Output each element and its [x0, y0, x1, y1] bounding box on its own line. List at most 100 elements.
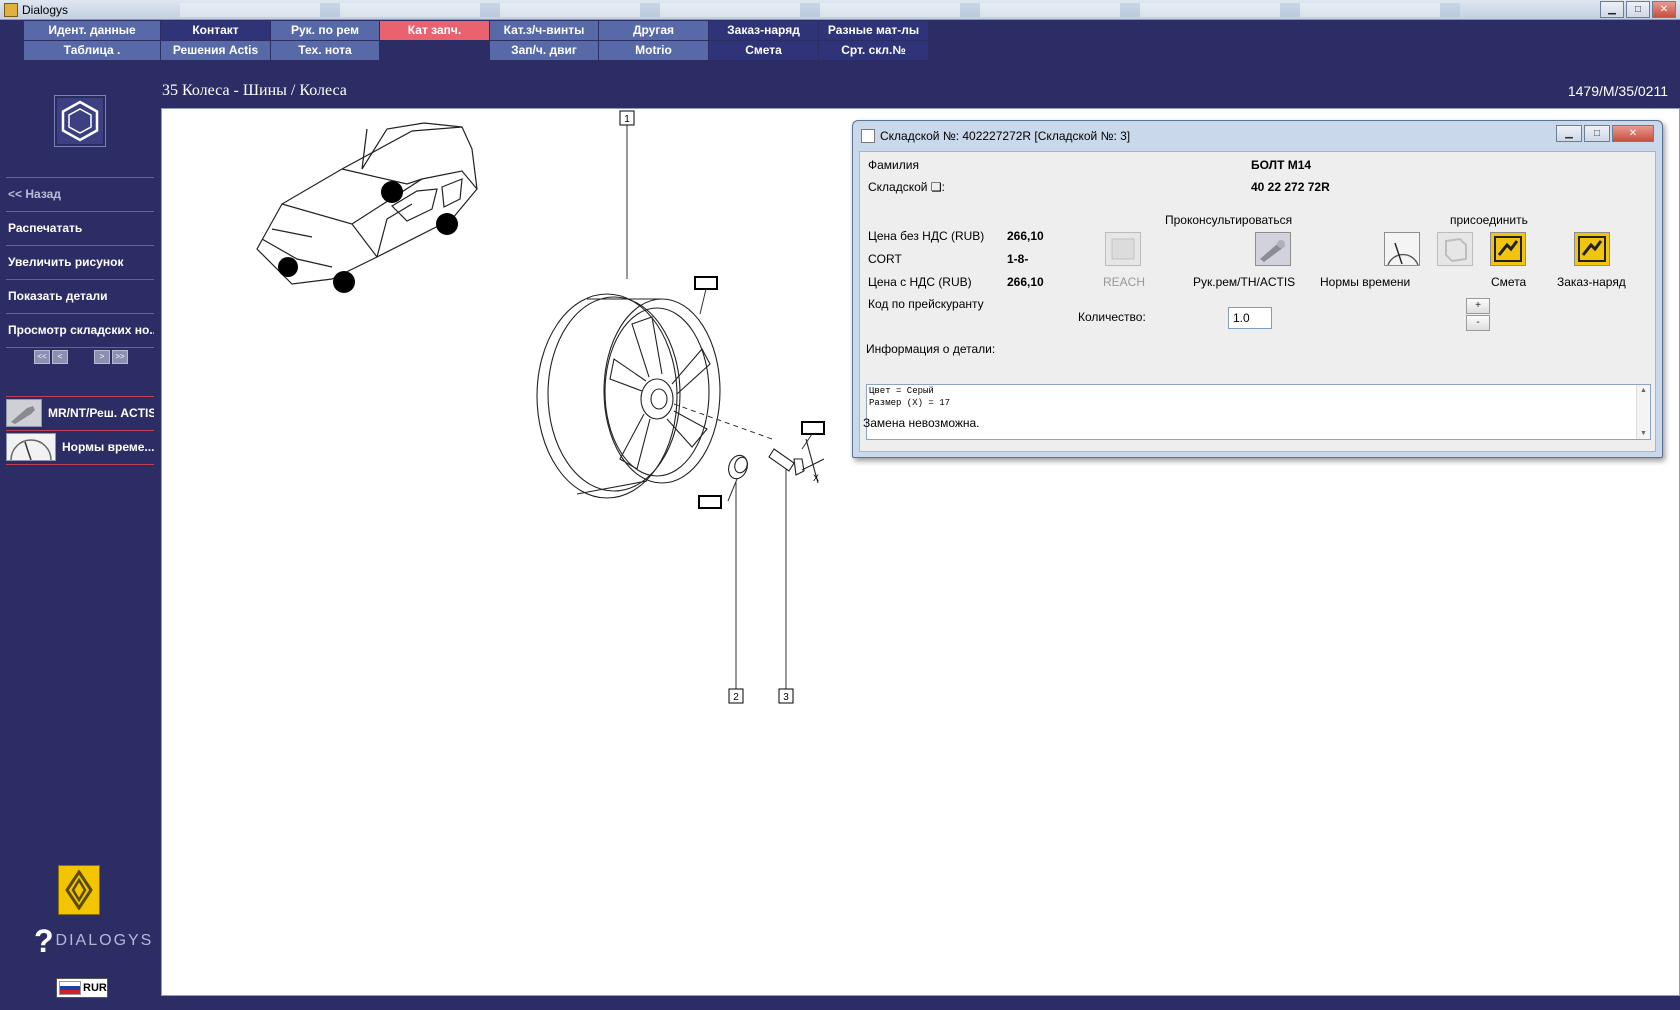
work-order-button[interactable] — [1574, 232, 1610, 266]
pager-first-button[interactable]: << — [34, 350, 50, 364]
consult-label: Проконсультироваться — [1165, 213, 1293, 227]
sidebar-show-details[interactable]: Показать детали — [6, 280, 154, 313]
menu-misc-materials[interactable]: Разные мат-лы — [819, 21, 928, 40]
renault-diamond-icon — [65, 870, 93, 910]
part-info-textarea[interactable]: Цвет = Серый Размер (X) = 17 ▲ ▼ — [866, 384, 1651, 440]
dialog-body: Фамилия БОЛТ M14 Складской ❏: 40 22 272 … — [859, 151, 1656, 452]
menu-other[interactable]: Другая — [599, 21, 708, 40]
sidebar-zoom-image[interactable]: Увеличить рисунок — [6, 246, 154, 279]
quantity-label: Количество: — [1078, 310, 1146, 324]
callout-3-label: 3 — [783, 692, 789, 703]
repair-manual-label: Рук.рем/TH/ACTIS — [1193, 275, 1296, 289]
menu-tech-note[interactable]: Тех. нота — [271, 41, 379, 60]
hex-nut-icon — [61, 100, 99, 142]
gauge-icon — [1385, 233, 1419, 266]
reach-icon — [1111, 238, 1135, 260]
sidebar-tool-time-norms-label: Нормы време... — [62, 440, 154, 454]
sidebar-tool-actis[interactable]: MR/NT/Реш. ACTIS — [6, 397, 154, 429]
part-info-scrollbar[interactable]: ▲ ▼ — [1636, 385, 1650, 439]
menu-table[interactable]: Таблица . — [24, 41, 160, 60]
menu-empty — [380, 41, 489, 60]
replacement-status: Замена невозможна. — [863, 416, 980, 430]
cort-value: 1-8- — [1007, 252, 1029, 266]
wrench-icon — [1256, 233, 1290, 265]
part-details-dialog: Складской №: 402227272R [Складской №: 3]… — [852, 120, 1663, 458]
dialog-title: Складской №: 402227272R [Складской №: 3] — [880, 129, 1131, 143]
estimate-icon — [1491, 233, 1525, 265]
price-net-value: 266,10 — [1007, 229, 1044, 243]
sidebar-view-stock-numbers[interactable]: Просмотр складских но... — [6, 314, 154, 347]
menu-work-order[interactable]: Заказ-наряд — [709, 21, 818, 40]
pager-prev-button[interactable]: < — [52, 350, 68, 364]
menu-ident-data[interactable]: Идент. данные — [24, 21, 160, 40]
work-order-label: Заказ-наряд — [1557, 275, 1626, 289]
time-norms-label: Нормы времени — [1320, 275, 1411, 289]
reach-button — [1105, 232, 1141, 266]
nut-symbol-marker — [698, 495, 722, 509]
menu-parts-catalog[interactable]: Кат запч. — [380, 21, 489, 40]
callout-1-label: 1 — [624, 114, 630, 125]
menu-motrio[interactable]: Motrio — [599, 41, 708, 60]
app-icon — [4, 3, 18, 17]
close-button[interactable]: ✕ — [1652, 1, 1676, 18]
menu-engine-parts[interactable]: Зап/ч. двиг — [490, 41, 598, 60]
menu-fasteners-catalog[interactable]: Кат.з/ч-винты — [490, 21, 598, 40]
scroll-up-arrow-icon[interactable]: ▲ — [1640, 387, 1647, 394]
dialog-titlebar[interactable]: Складской №: 402227272R [Складской №: 3]… — [853, 121, 1662, 149]
family-value: БОЛТ M14 — [1251, 158, 1312, 172]
estimate-label: Смета — [1491, 275, 1527, 289]
part-number-value: 40 22 272 72R — [1251, 180, 1330, 194]
reach-label: REACH — [1103, 275, 1146, 289]
dialog-close-button[interactable]: ✕ — [1612, 125, 1654, 142]
dialog-maximize-button[interactable]: □ — [1584, 125, 1610, 142]
menu-contact[interactable]: Контакт — [161, 21, 270, 40]
sidebar: << Назад Распечатать Увеличить рисунок П… — [6, 177, 154, 348]
sidebar-divider — [6, 464, 154, 465]
scroll-down-arrow-icon[interactable]: ▼ — [1640, 430, 1647, 437]
time-norms-button[interactable] — [1384, 232, 1420, 266]
family-label: Фамилия — [868, 158, 919, 172]
top-menu: Идент. данные Контакт Рук. по рем Кат за… — [24, 21, 928, 60]
callout-2-label: 2 — [733, 692, 739, 703]
gauge-icon — [6, 433, 56, 461]
maximize-button[interactable]: □ — [1626, 1, 1650, 18]
pager: << < > >> — [34, 350, 128, 364]
pager-gap — [70, 350, 92, 364]
quantity-input[interactable]: 1.0 — [1228, 307, 1272, 329]
pager-next-button[interactable]: > — [94, 350, 110, 364]
dialogys-question-icon: ? — [34, 923, 54, 959]
window-title: Dialogys — [22, 3, 69, 17]
window-titlebar: Dialogys ▁ □ ✕ — [0, 0, 1680, 20]
menu-stock-numbers[interactable]: Срт. скл.№ — [819, 41, 928, 60]
quantity-decrement-button[interactable]: - — [1466, 315, 1490, 331]
part-number-label: Складской ❏: — [868, 180, 945, 194]
price-net-label: Цена без НДС (RUB) — [868, 229, 985, 243]
wrench-icon — [6, 399, 42, 427]
part-info-line: Размер (X) = 17 — [869, 398, 951, 408]
work-order-icon — [1575, 233, 1609, 265]
minimize-button[interactable]: ▁ — [1600, 1, 1624, 18]
vehicle-wheel-markers — [278, 181, 458, 293]
menu-repair-manual[interactable]: Рук. по рем — [271, 21, 379, 40]
dialogys-wordmark: DIALOGYS — [55, 932, 154, 949]
pager-last-button[interactable]: >> — [112, 350, 128, 364]
sidebar-tool-actis-label: MR/NT/Реш. ACTIS — [48, 406, 154, 420]
sidebar-back[interactable]: << Назад — [6, 178, 154, 211]
java-cup-icon — [861, 129, 875, 143]
wheel-rim-drawing — [536, 293, 721, 499]
attach-label: присоединить — [1450, 213, 1528, 227]
menu-actis-solutions[interactable]: Решения Actis — [161, 41, 270, 60]
estimate-button[interactable] — [1490, 232, 1526, 266]
currency-selector[interactable]: RUR — [56, 978, 108, 998]
quantity-increment-button[interactable]: + — [1466, 298, 1490, 314]
parts-hex-logo[interactable] — [54, 95, 106, 147]
sidebar-print[interactable]: Распечатать — [6, 212, 154, 245]
dialog-minimize-button[interactable]: ▁ — [1556, 125, 1582, 142]
wheel-symbol-marker — [694, 276, 718, 290]
breadcrumb: 35 Колеса - Шины / Колеса — [162, 82, 347, 99]
price-gross-label: Цена с НДС (RUB) — [868, 275, 972, 289]
sidebar-tool-time-norms[interactable]: Нормы време... — [6, 431, 154, 463]
menu-estimate[interactable]: Смета — [709, 41, 818, 60]
price-list-code-label: Код по прейскуранту — [868, 297, 984, 311]
repair-manual-button[interactable] — [1255, 232, 1291, 266]
